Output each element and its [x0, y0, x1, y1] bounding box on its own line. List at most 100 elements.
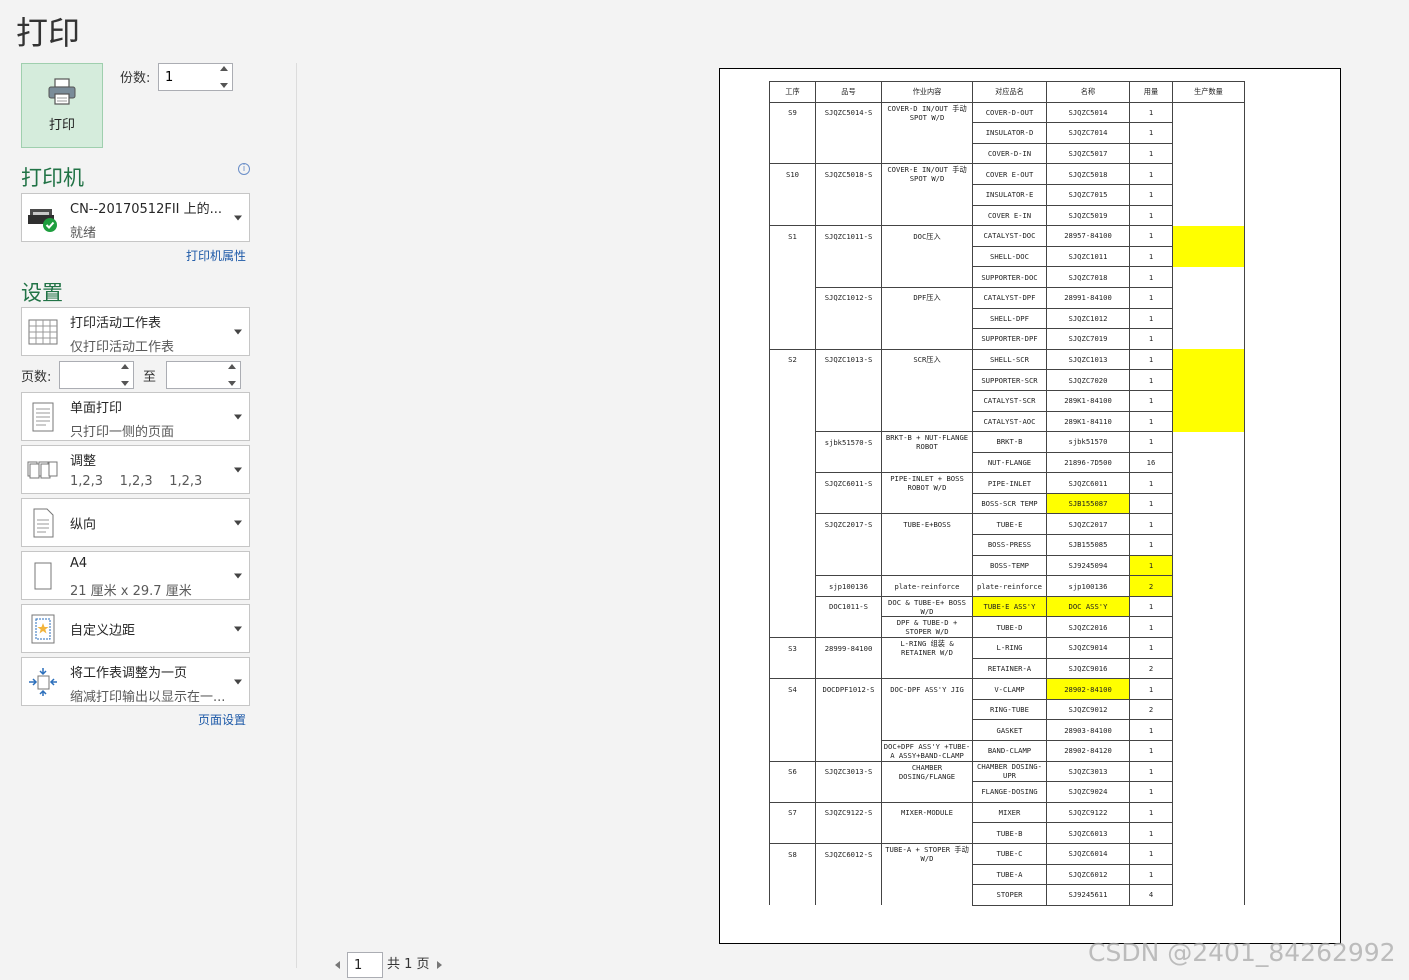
- increment-icon[interactable]: [220, 66, 228, 71]
- table-cell: [881, 658, 973, 679]
- table-cell: [1172, 596, 1245, 617]
- table-cell: [881, 246, 973, 267]
- margins-dropdown[interactable]: 自定义边距: [21, 604, 250, 653]
- table-cell: [815, 390, 882, 411]
- print-what-dropdown[interactable]: 打印活动工作表 仅打印活动工作表: [21, 307, 250, 356]
- table-cell: S10: [769, 163, 816, 185]
- table-cell: SJQZC1011: [1046, 245, 1130, 268]
- printer-dropdown[interactable]: CN--20170512FII 上的... 就绪: [21, 193, 250, 242]
- fit-to-page-icon: [27, 666, 59, 698]
- watermark: CSDN @2401_84262992: [1088, 938, 1396, 967]
- table-cell: COVER E-OUT: [972, 163, 1047, 185]
- table-row: INSULATOR-D SJQZC7014 1: [769, 122, 1245, 144]
- table-cell: [769, 513, 816, 535]
- pages-to-stepper[interactable]: [166, 361, 241, 389]
- table-cell: SJQZC7019: [1046, 328, 1130, 350]
- table-cell: [769, 287, 816, 309]
- decrement-icon[interactable]: [121, 381, 129, 386]
- table-cell: MIXER: [972, 801, 1047, 824]
- table-cell: [881, 452, 973, 473]
- table-cell: SJQZC9012: [1046, 698, 1130, 721]
- table-row: SUPPORTER-DPF SJQZC7019 1: [769, 328, 1245, 350]
- table-cell: [881, 369, 973, 391]
- next-page-icon[interactable]: [437, 961, 442, 969]
- table-cell: 1: [1129, 822, 1173, 844]
- table-cell: CATALYST-AOC: [972, 410, 1047, 433]
- table-cell: SJQZC9014: [1046, 637, 1130, 659]
- copies-stepper[interactable]: [158, 63, 233, 91]
- table-cell: SJQZC1012: [1046, 307, 1130, 330]
- printer-properties-link[interactable]: 打印机属性: [186, 247, 246, 264]
- page-setup-link[interactable]: 页面设置: [198, 711, 246, 728]
- table-cell: [769, 246, 816, 267]
- margins-title: 自定义边距: [70, 623, 136, 638]
- table-cell: SJQZC6013: [1046, 822, 1130, 844]
- table-cell: SJQZC1013: [1046, 348, 1130, 371]
- table-cell: SJQZC6011: [1046, 472, 1130, 494]
- table-row: SHELL-DOC SJQZC1011 1: [769, 245, 1245, 268]
- table-cell: [881, 555, 973, 576]
- orientation-dropdown[interactable]: 纵向: [21, 498, 250, 547]
- table-cell: [815, 616, 882, 638]
- pages-from-stepper[interactable]: [59, 361, 134, 389]
- paper-size-dropdown[interactable]: A4 21 厘米 x 29.7 厘米: [21, 551, 250, 600]
- table-cell: SUPPORTER-DPF: [972, 328, 1047, 350]
- table-cell: PIPE-INLET + BOSS ROBOT W/D: [881, 472, 973, 494]
- table-cell: RING-TUBE: [972, 698, 1047, 721]
- table-cell: [769, 616, 816, 638]
- table-row: S8 SJQZC6012-S TUBE-A + STOPER 手动 W/D TUBE-…: [769, 842, 1245, 865]
- table-cell: plate-reinforce: [972, 575, 1047, 597]
- table-cell: 1: [1129, 513, 1173, 536]
- table-row: DOC1011-S DOC & TUBE-E+ BOSS W/D TUBE-E AS…: [769, 595, 1245, 618]
- table-cell: [769, 699, 816, 720]
- table-cell: 1: [1129, 554, 1173, 577]
- table-cell: [815, 266, 882, 288]
- table-cell: 1: [1129, 492, 1173, 515]
- table-cell: [815, 122, 882, 144]
- current-page-input[interactable]: 1: [347, 952, 383, 978]
- table-cell: SJQZC7014: [1046, 122, 1130, 144]
- table-cell: [769, 781, 816, 803]
- chevron-down-icon: [234, 215, 242, 220]
- table-cell: 1: [1129, 595, 1173, 618]
- sides-dropdown[interactable]: 单面打印 只打印一侧的页面: [21, 392, 250, 441]
- increment-icon[interactable]: [121, 364, 129, 369]
- info-icon[interactable]: i: [238, 163, 250, 175]
- table-cell: L-RING: [972, 637, 1047, 659]
- table-cell: SJB155087: [1046, 492, 1130, 515]
- table-row: sjp100136 plate-reinforce plate-reinforce s…: [769, 575, 1245, 597]
- table-cell: [881, 699, 973, 720]
- table-cell: COVER-D IN/OUT 手动 SPOT W/D: [881, 101, 973, 123]
- chevron-down-icon: [234, 414, 242, 419]
- table-cell: 21896-7D500: [1046, 451, 1130, 474]
- table-cell: 1: [1129, 328, 1173, 350]
- decrement-icon[interactable]: [228, 381, 236, 386]
- decrement-icon[interactable]: [220, 83, 228, 88]
- chevron-down-icon: [234, 520, 242, 525]
- table-cell: SJQZC2016: [1046, 616, 1130, 639]
- table-cell: [815, 205, 882, 226]
- table-cell: 1: [1129, 389, 1173, 412]
- collate-dropdown[interactable]: 调整 1,2,3 1,2,3 1,2,3: [21, 445, 250, 494]
- print-button[interactable]: 打印: [21, 63, 103, 148]
- settings-heading: 设置: [21, 281, 63, 305]
- table-cell: 1: [1129, 142, 1173, 165]
- table-cell: 1: [1129, 369, 1173, 391]
- table-cell: 28957-84100: [1046, 225, 1130, 247]
- print-backstage: 打印 打印 份数: 打印机 i: [0, 0, 1409, 980]
- table-row: S10 SJQZC5018-S COVER-E IN/OUT 手动 SPOT W/D…: [769, 163, 1245, 185]
- table-cell: 1: [1129, 637, 1173, 659]
- increment-icon[interactable]: [228, 364, 236, 369]
- table-cell: SJQZC1012-S: [815, 286, 882, 309]
- table-row: DOC+DPF ASS'Y +TUBE-A ASSY+BAND-CLAMP BAN…: [769, 740, 1245, 762]
- header-cell: 工序: [769, 81, 816, 103]
- table-cell: DOC & TUBE-E+ BOSS W/D: [881, 595, 973, 618]
- scaling-dropdown[interactable]: 将工作表调整为一页 缩减打印输出以显示在一...: [21, 657, 250, 706]
- table-row: S1 SJQZC1011-S DOC压入 CATALYST-DOC 28957-8410…: [769, 225, 1245, 247]
- table-cell: [815, 719, 882, 741]
- previous-page-icon[interactable]: [335, 961, 340, 969]
- orientation-title: 纵向: [70, 517, 97, 532]
- header-cell: 生产数量: [1172, 81, 1245, 103]
- table-cell: 16: [1129, 451, 1173, 474]
- table-cell: [1172, 205, 1245, 226]
